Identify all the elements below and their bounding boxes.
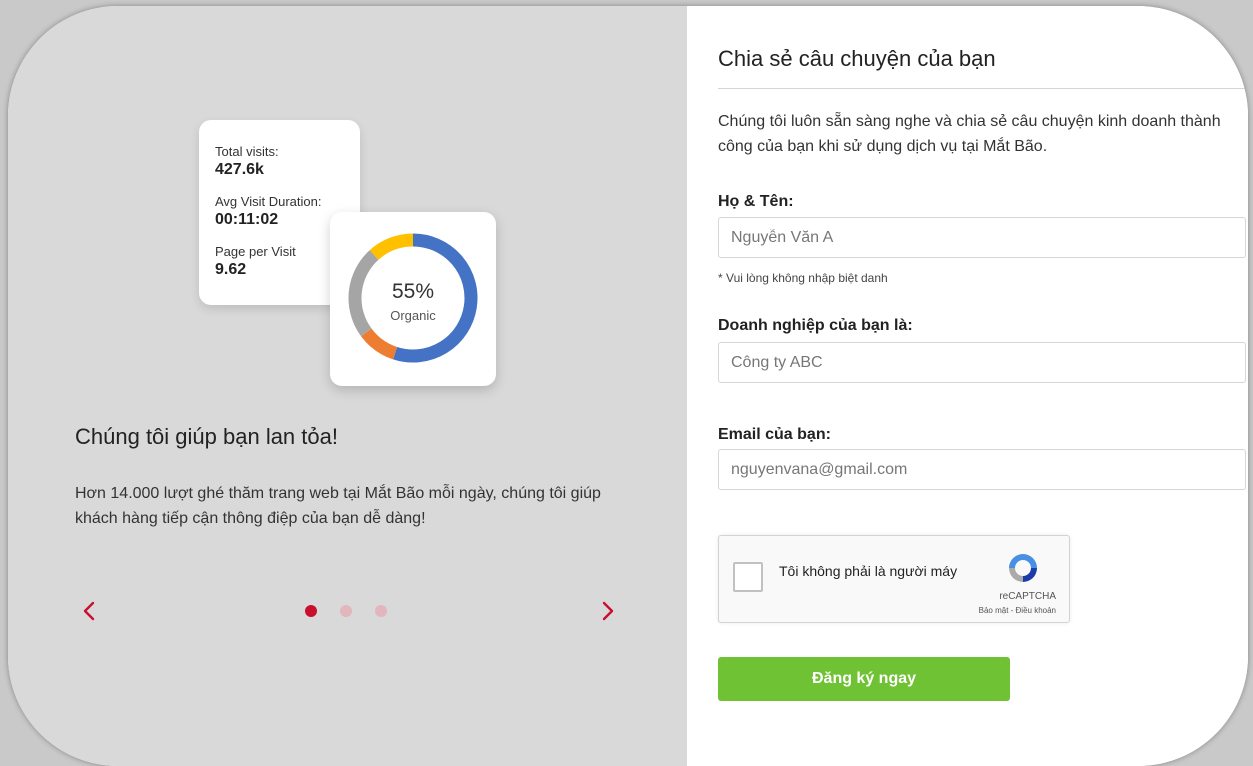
donut-segment-yellow [369, 233, 414, 260]
company-input[interactable] [718, 342, 1246, 383]
name-hint: * Vui lòng không nhập biệt danh [718, 271, 888, 285]
donut-segment-orange [361, 328, 398, 360]
total-visits-label: Total visits: [215, 144, 279, 159]
carousel-next-button[interactable] [593, 596, 623, 626]
recaptcha-links[interactable]: Bảo mật - Điều khoản [979, 606, 1056, 615]
email-input[interactable] [718, 449, 1246, 490]
showcase-description: Hơn 14.000 lượt ghé thăm trang web tại M… [75, 485, 601, 527]
name-input[interactable] [718, 217, 1246, 258]
carousel-prev-button[interactable] [74, 596, 104, 626]
name-label: Họ & Tên: [718, 193, 794, 210]
page-per-visit-value: 9.62 [215, 261, 247, 278]
chevron-left-icon [83, 601, 95, 621]
donut-percent: 55% [391, 280, 435, 303]
form-title: Chia sẻ câu chuyện của bạn [718, 46, 996, 71]
register-button[interactable]: Đăng ký ngay [718, 657, 1010, 701]
signup-frame: Total visits: 427.6k Avg Visit Duration:… [8, 6, 1248, 766]
avg-duration-value: 00:11:02 [215, 211, 279, 228]
carousel-dot-1[interactable] [305, 605, 317, 617]
total-visits-value: 427.6k [215, 161, 264, 178]
carousel-dot-3[interactable] [375, 605, 387, 617]
donut-caption: Organic [390, 308, 436, 323]
recaptcha-checkbox[interactable] [733, 562, 763, 592]
page-per-visit-label: Page per Visit [215, 244, 296, 259]
recaptcha-widget: Tôi không phải là người máy reCAPTCHA Bả… [718, 535, 1070, 623]
chevron-right-icon [602, 601, 614, 621]
carousel-dot-2[interactable] [340, 605, 352, 617]
showcase-panel: Total visits: 427.6k Avg Visit Duration:… [8, 6, 687, 766]
recaptcha-text: Tôi không phải là người máy [779, 563, 958, 579]
recaptcha-logo-icon [1009, 554, 1037, 582]
company-label: Doanh nghiệp của bạn là: [718, 317, 913, 334]
recaptcha-brand: reCAPTCHA [999, 591, 1056, 602]
title-divider [718, 88, 1248, 89]
avg-duration-label: Avg Visit Duration: [215, 194, 322, 209]
email-label: Email của bạn: [718, 426, 831, 443]
form-panel: Chia sẻ câu chuyện của bạn Chúng tôi luô… [687, 6, 1248, 766]
showcase-title: Chúng tôi giúp bạn lan tỏa! [75, 424, 338, 449]
form-intro: Chúng tôi luôn sẵn sàng nghe và chia sẻ … [718, 113, 1221, 155]
donut-card: 55% Organic [330, 212, 496, 386]
